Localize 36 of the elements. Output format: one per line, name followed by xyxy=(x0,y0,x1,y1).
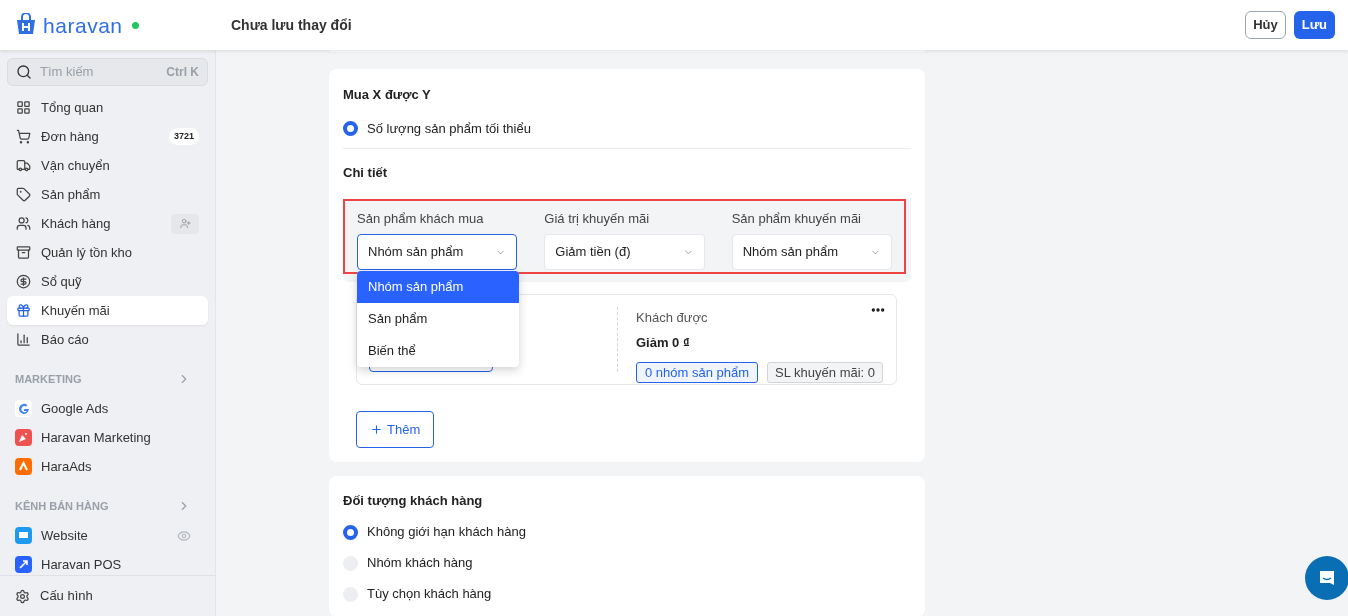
section-heading: MARKETING xyxy=(15,371,82,387)
nav-label: HaraAds xyxy=(41,457,92,476)
rule-heading: Khách được xyxy=(636,309,708,327)
nav-label: Vận chuyển xyxy=(41,156,110,175)
section-heading: KÊNH BÁN HÀNG xyxy=(15,498,109,514)
nav-label: Sổ quỹ xyxy=(41,272,82,291)
field-label: Sản phẩm khách mua xyxy=(357,209,485,228)
nav-label: Khuyến mãi xyxy=(41,301,110,320)
select-value: Nhóm sản phẩm xyxy=(742,243,839,262)
logo-text: haravan xyxy=(43,14,123,36)
radio-label: Không giới hạn khách hàng xyxy=(367,523,526,542)
card-title: Đối tượng khách hàng xyxy=(343,492,484,510)
nav-label: Đơn hàng xyxy=(41,127,99,146)
nav-label: Khách hàng xyxy=(41,214,111,233)
rule-value: Giảm 0 ₫ xyxy=(636,333,690,352)
nav-label: Website xyxy=(41,526,88,545)
nav-label: Sản phẩm xyxy=(41,185,101,204)
shortcut-hint: Ctrl K xyxy=(166,64,199,81)
page-title: Chưa lưu thay đổi xyxy=(231,15,352,35)
radio-label: Tùy chọn khách hàng xyxy=(367,585,492,604)
nav-label: Google Ads xyxy=(41,399,109,418)
section-title: Chi tiết xyxy=(343,164,389,182)
nav-label: Haravan Marketing xyxy=(41,428,151,447)
select-value: Nhóm sản phẩm xyxy=(368,243,464,262)
nav-label: Tổng quan xyxy=(41,98,104,117)
card-title: Mua X được Y xyxy=(343,86,432,104)
quantity-tag: SL khuyến mãi: 0 xyxy=(767,362,884,383)
nav-label: Báo cáo xyxy=(41,330,89,349)
nav-label: Quản lý tồn kho xyxy=(41,243,133,262)
field-label: Giá trị khuyến mãi xyxy=(544,209,651,228)
count-badge: 3721 xyxy=(168,127,199,146)
radio-label: Số lượng sản phẩm tối thiểu xyxy=(367,119,531,138)
nav-label: Haravan POS xyxy=(41,555,122,574)
field-label: Sản phẩm khuyến mãi xyxy=(731,209,862,228)
radio-label: Nhóm khách hàng xyxy=(367,554,473,573)
select-value: Giảm tiền (đ) xyxy=(555,243,631,262)
